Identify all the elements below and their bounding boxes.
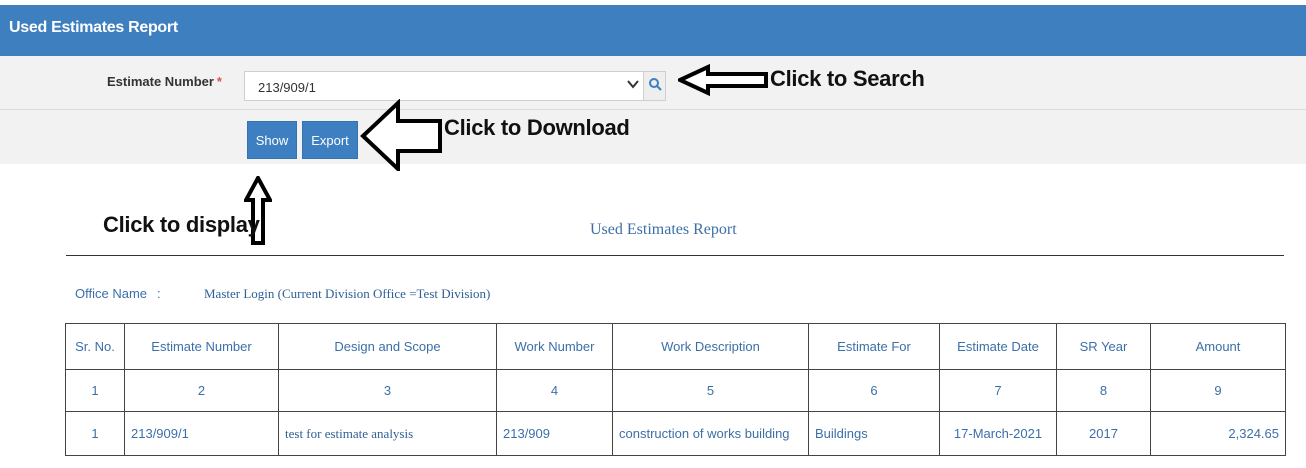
search-annotation: Click to Search (770, 66, 925, 91)
column-header: Sr. No. (65, 323, 125, 370)
column-header: Estimate Number (124, 323, 279, 370)
work-description-cell: construction of works building (612, 411, 809, 456)
office-name-label: Office Name (75, 286, 148, 301)
amount-cell: 2,324.65 (1150, 411, 1286, 456)
column-index-row: 1 2 3 4 5 6 7 8 9 (65, 369, 1286, 412)
column-header: Design and Scope (278, 323, 497, 370)
report-table: Sr. No. Estimate Number Design and Scope… (65, 323, 1286, 456)
display-annotation: Click to display (103, 212, 260, 237)
column-header: Amount (1150, 323, 1286, 370)
report-divider (66, 255, 1284, 256)
column-header: Work Number (496, 323, 613, 370)
column-header: SR Year (1056, 323, 1151, 370)
search-button[interactable] (644, 71, 666, 101)
office-name-value: Master Login (Current Division Office =T… (204, 286, 491, 301)
table-header-row: Sr. No. Estimate Number Design and Scope… (65, 323, 1286, 370)
column-header: Estimate Date (939, 323, 1057, 370)
office-name-separator: : (157, 286, 161, 301)
required-marker: * (216, 74, 222, 89)
column-index: 4 (496, 369, 613, 412)
column-index: 3 (278, 369, 497, 412)
sr-no-cell: 1 (65, 411, 125, 456)
arrow-left-icon (360, 99, 442, 171)
chevron-down-icon[interactable] (627, 78, 639, 92)
page-title: Used Estimates Report (9, 19, 178, 36)
estimate-number-label: Estimate Number * (107, 74, 222, 89)
page-header: Used Estimates Report (0, 0, 1306, 56)
estimate-number-cell: 213/909/1 (124, 411, 279, 456)
search-icon (648, 77, 662, 96)
export-button[interactable]: Export (302, 121, 358, 159)
table-row: 1 213/909/1 test for estimate analysis 2… (65, 411, 1286, 456)
column-index: 5 (612, 369, 809, 412)
column-index: 8 (1056, 369, 1151, 412)
estimate-number-label-text: Estimate Number (107, 74, 214, 89)
arrow-left-icon (678, 64, 768, 96)
column-index: 6 (808, 369, 940, 412)
download-annotation: Click to Download (444, 115, 630, 140)
estimate-for-cell: Buildings (808, 411, 940, 456)
sr-year-cell: 2017 (1056, 411, 1151, 456)
estimate-number-value: 213/909/1 (258, 80, 316, 95)
column-header: Work Description (612, 323, 809, 370)
estimate-number-select[interactable]: 213/909/1 (244, 71, 644, 101)
column-header: Estimate For (808, 323, 940, 370)
column-index: 7 (939, 369, 1057, 412)
filter-divider (0, 109, 1306, 110)
design-scope-cell: test for estimate analysis (278, 411, 497, 456)
work-number-cell: 213/909 (496, 411, 613, 456)
show-button[interactable]: Show (247, 121, 297, 159)
report-title: Used Estimates Report (590, 221, 737, 238)
column-index: 2 (124, 369, 279, 412)
column-index: 1 (65, 369, 125, 412)
column-index: 9 (1150, 369, 1286, 412)
estimate-date-cell: 17-March-2021 (939, 411, 1057, 456)
